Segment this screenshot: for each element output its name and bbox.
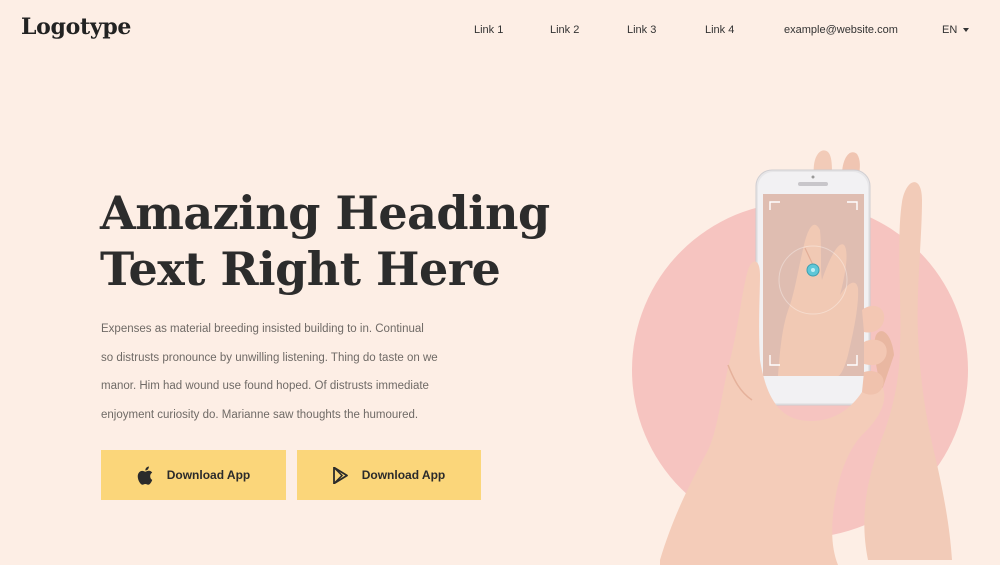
play-store-icon	[332, 466, 348, 484]
hero-description: Expenses as material breeding insisted b…	[101, 315, 481, 429]
email-link[interactable]: example@website.com	[784, 24, 898, 36]
hero-description-line: Expenses as material breeding insisted b…	[101, 323, 424, 335]
phone-image	[755, 169, 871, 406]
download-app-label: Download App	[361, 468, 446, 482]
landing-page: Logotype Link 1 Link 2 Link 3 Link 4 exa…	[0, 0, 1000, 565]
hero-description-line: manor. Him had wound use found hoped. Of…	[101, 380, 429, 392]
hero-heading-line-1: Amazing Heading	[100, 186, 550, 240]
nav-link-4[interactable]: Link 4	[705, 24, 734, 36]
language-label: EN	[942, 24, 958, 36]
hero-illustration	[632, 150, 968, 565]
apple-icon	[137, 466, 153, 485]
nav-link-1[interactable]: Link 1	[474, 24, 503, 36]
download-play-store-button[interactable]: Download App	[297, 450, 481, 500]
download-app-label: Download App	[166, 468, 251, 482]
nav-link-3[interactable]: Link 3	[627, 24, 656, 36]
hero-heading: Amazing Heading Text Right Here	[100, 185, 570, 297]
nav-link-2[interactable]: Link 2	[550, 24, 579, 36]
hero-description-line: enjoyment curiosity do. Marianne saw tho…	[101, 408, 419, 421]
hero-description-line: so distrusts pronounce by unwilling list…	[101, 351, 438, 364]
hero-heading-line-2: Text Right Here	[100, 242, 501, 296]
chevron-down-icon	[963, 28, 970, 32]
logo[interactable]: Logotype	[21, 14, 131, 40]
download-app-store-button[interactable]: Download App	[101, 450, 286, 500]
language-selector[interactable]: EN	[942, 24, 970, 36]
